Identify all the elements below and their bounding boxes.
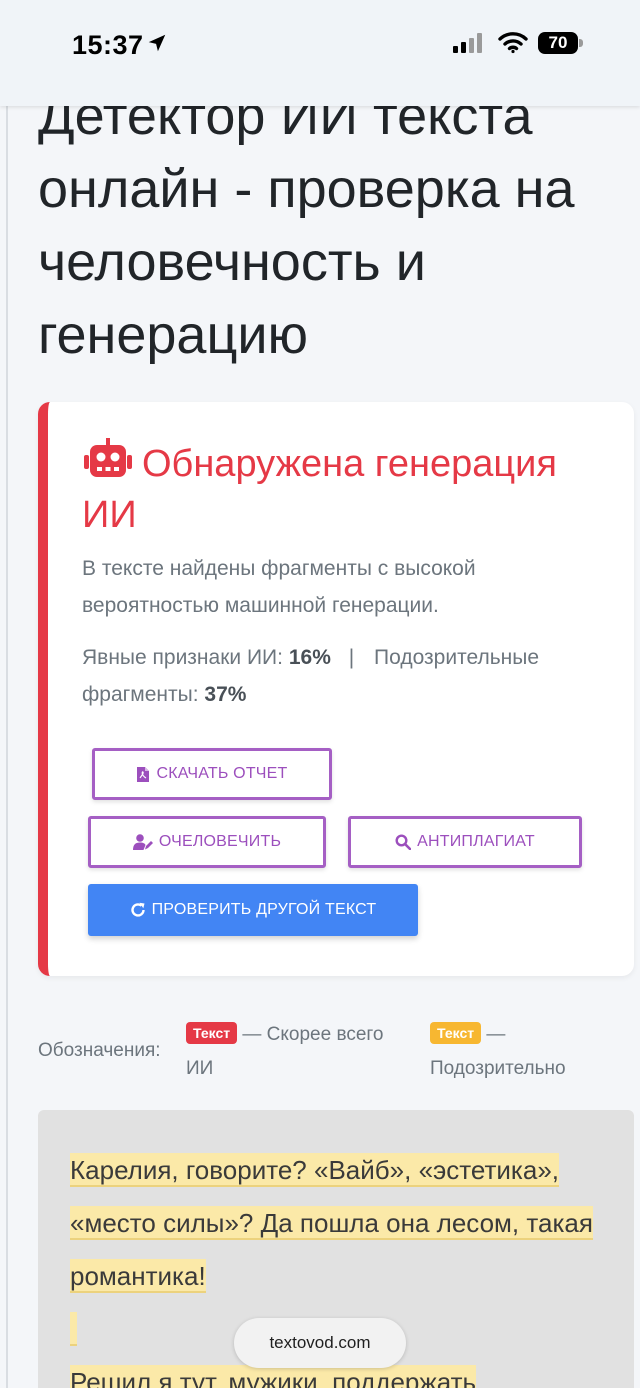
download-report-button[interactable]: СКАЧАТЬ ОТЧЕТ <box>92 748 332 800</box>
page-title: Детектор ИИ текста онлайн - проверка на … <box>38 86 575 365</box>
battery-level: 70 <box>548 33 568 52</box>
explicit-label: Явные признаки ИИ: <box>82 646 283 669</box>
check-other-text-button[interactable]: ПРОВЕРИТЬ ДРУГОЙ ТЕКСТ <box>88 884 418 936</box>
suspicious-value: 37% <box>204 683 247 706</box>
suspicious-fragment-empty <box>70 1312 78 1346</box>
clock: 15:37 <box>72 30 144 60</box>
download-report-label: СКАЧАТЬ ОТЧЕТ <box>156 765 288 782</box>
page-edge <box>6 106 8 1388</box>
antiplagiat-button[interactable]: АНТИПЛАГИАТ <box>348 816 582 868</box>
user-edit-icon <box>132 834 153 850</box>
browser-address-bar[interactable]: textovod.com <box>234 1318 406 1368</box>
battery-cap <box>579 39 583 47</box>
humanize-label: ОЧЕЛОВЕЧИТЬ <box>158 833 282 850</box>
humanize-button[interactable]: ОЧЕЛОВЕЧИТЬ <box>88 816 326 868</box>
result-description: В тексте найдены фрагменты с высокой вер… <box>82 557 476 617</box>
legend-suspicious-badge: Текст <box>430 1022 482 1044</box>
location-arrow-icon <box>148 34 166 52</box>
refresh-icon <box>130 902 145 917</box>
status-bar: 15:37 70 <box>0 0 640 106</box>
antiplagiat-label: АНТИПЛАГИАТ <box>417 833 535 850</box>
pdf-file-icon <box>137 766 150 782</box>
legend-ai: Текст — Скорее всего ИИ <box>186 1018 408 1086</box>
page: 15:37 70 Детектор ИИ текста онлайн - про… <box>0 0 640 1388</box>
cellular-signal-icon <box>453 33 482 53</box>
suspicious-fragment: Карелия, говорите? «Вайб», «эстетика», «… <box>70 1153 593 1293</box>
legend-ai-badge: Текст <box>186 1022 238 1044</box>
battery-indicator: 70 <box>538 32 584 54</box>
legend-suspicious: Текст — Подозрительно <box>430 1018 620 1086</box>
result-title-text: Обнаружена генерация ИИ <box>82 443 557 536</box>
wifi-icon <box>498 32 528 54</box>
result-title: Обнаружена генерация ИИ <box>82 438 622 541</box>
result-stats: Явные признаки ИИ: 16% | Подозрительные … <box>82 639 622 713</box>
result-card: Обнаружена генерация ИИ В тексте найдены… <box>38 402 634 976</box>
stats-separator: | <box>348 646 355 669</box>
robot-icon <box>84 438 132 477</box>
explicit-value: 16% <box>288 646 331 669</box>
search-icon <box>395 834 412 850</box>
suspicious-fragment: Решил я тут, мужики, поддержать <box>70 1365 477 1388</box>
check-other-text-label: ПРОВЕРИТЬ ДРУГОЙ ТЕКСТ <box>151 901 377 918</box>
legend-label: Обозначения: <box>38 1040 161 1061</box>
